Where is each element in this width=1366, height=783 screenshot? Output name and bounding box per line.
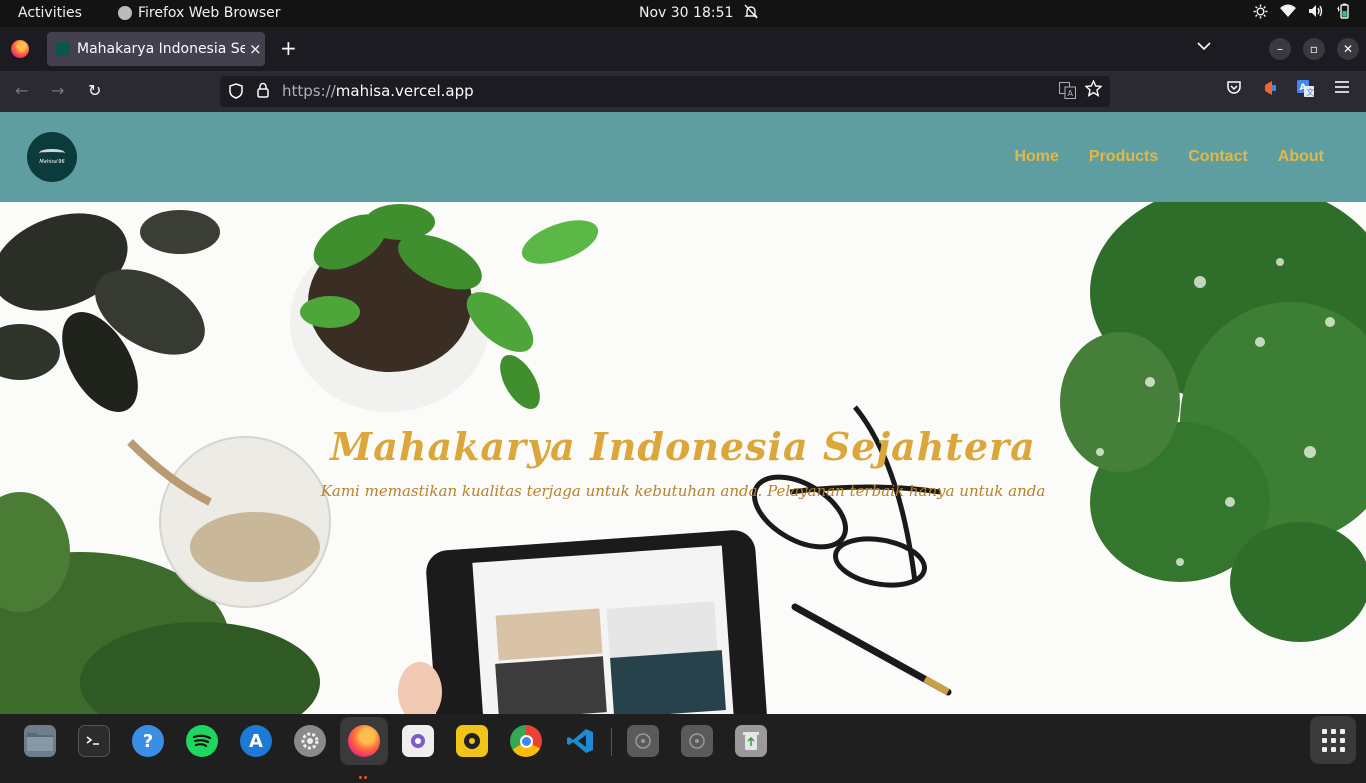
rhythmbox-icon[interactable] bbox=[456, 725, 488, 757]
firefox-view-icon[interactable] bbox=[11, 40, 29, 58]
back-button[interactable]: ← bbox=[15, 81, 28, 101]
nav-link-home[interactable]: Home bbox=[1014, 148, 1058, 166]
volume-icon bbox=[1308, 3, 1324, 19]
pocket-icon[interactable] bbox=[1226, 80, 1242, 100]
url-bar[interactable]: https://mahisa.vercel.app A bbox=[220, 76, 1110, 107]
hero-subtitle: Kami memastikan kualitas terjaga untuk k… bbox=[320, 482, 1046, 500]
firefox-small-icon bbox=[118, 6, 132, 20]
site-favicon-icon bbox=[56, 42, 70, 56]
tab-close-icon[interactable]: × bbox=[249, 40, 262, 58]
svg-text:文: 文 bbox=[1306, 87, 1314, 97]
site-logo[interactable]: Mahisa'96 bbox=[27, 132, 77, 182]
nav-link-contact[interactable]: Contact bbox=[1188, 148, 1248, 166]
svg-text:A: A bbox=[1068, 89, 1074, 98]
extension-icon[interactable] bbox=[1262, 80, 1278, 100]
running-indicator bbox=[359, 764, 369, 779]
nav-link-about[interactable]: About bbox=[1278, 148, 1324, 166]
tab-title: Mahakarya Indonesia Sejahtera bbox=[77, 41, 245, 57]
system-tray[interactable] bbox=[1252, 3, 1352, 19]
clock[interactable]: Nov 30 18:51 bbox=[639, 5, 733, 21]
settings-icon[interactable] bbox=[294, 725, 326, 757]
lock-icon[interactable] bbox=[257, 82, 269, 102]
trash-icon[interactable] bbox=[735, 725, 767, 757]
chrome-icon[interactable] bbox=[510, 725, 542, 757]
firefox-icon[interactable] bbox=[348, 725, 380, 757]
logo-wave-icon bbox=[39, 149, 65, 157]
notifications-off-icon bbox=[744, 4, 758, 23]
web-page: Mahisa'96 Home Products Contact About Ma… bbox=[0, 112, 1366, 714]
new-tab-button[interactable]: + bbox=[280, 38, 297, 58]
system-top-bar: Activities Firefox Web Browser Nov 30 18… bbox=[0, 0, 1366, 27]
dock: ? A bbox=[0, 714, 1366, 779]
minimize-button[interactable]: – bbox=[1269, 38, 1291, 60]
app-menu[interactable]: Firefox Web Browser bbox=[118, 5, 281, 21]
hero-section: Mahakarya Indonesia Sejahtera Kami memas… bbox=[0, 202, 1366, 714]
site-nav: Home Products Contact About bbox=[1014, 148, 1324, 166]
restore-button[interactable]: ▫ bbox=[1303, 38, 1325, 60]
tab-active[interactable]: Mahakarya Indonesia Sejahtera × bbox=[47, 32, 265, 66]
hero-title: Mahakarya Indonesia Sejahtera bbox=[330, 424, 1036, 469]
nav-link-products[interactable]: Products bbox=[1089, 148, 1158, 166]
tablet bbox=[426, 530, 768, 714]
help-icon[interactable]: ? bbox=[132, 725, 164, 757]
terminal-icon[interactable] bbox=[78, 725, 110, 757]
reload-button[interactable]: ↻ bbox=[88, 81, 101, 101]
plant-top-left bbox=[0, 210, 220, 412]
translate-extension-icon[interactable]: A文 bbox=[1297, 80, 1314, 101]
activities-button[interactable]: Activities bbox=[18, 5, 82, 21]
disk-icon-2[interactable] bbox=[681, 725, 713, 757]
screenshot-icon[interactable] bbox=[402, 725, 434, 757]
forward-button[interactable]: → bbox=[51, 81, 64, 101]
dock-separator bbox=[611, 728, 612, 756]
site-header: Mahisa'96 Home Products Contact About bbox=[0, 112, 1366, 202]
show-apps-icon[interactable] bbox=[1310, 716, 1356, 764]
logo-text: Mahisa'96 bbox=[39, 159, 65, 165]
spotify-icon[interactable] bbox=[186, 725, 218, 757]
url-text[interactable]: https://mahisa.vercel.app bbox=[282, 82, 474, 100]
app-menu-label: Firefox Web Browser bbox=[138, 5, 281, 21]
nav-toolbar: ← → ↻ https://mahisa.vercel.app A A文 bbox=[0, 71, 1366, 112]
battery-icon bbox=[1336, 3, 1352, 19]
disk-icon[interactable] bbox=[627, 725, 659, 757]
menu-icon[interactable] bbox=[1334, 80, 1350, 98]
close-window-button[interactable]: ✕ bbox=[1337, 38, 1359, 60]
list-all-tabs-icon[interactable] bbox=[1197, 39, 1211, 55]
app-center-icon[interactable]: A bbox=[240, 725, 272, 757]
tracking-protection-icon[interactable] bbox=[229, 83, 243, 103]
translate-page-icon[interactable]: A bbox=[1059, 82, 1076, 103]
vscode-icon[interactable] bbox=[564, 725, 596, 757]
wifi-icon bbox=[1280, 3, 1296, 19]
bookmark-star-icon[interactable] bbox=[1084, 79, 1103, 102]
brightness-icon bbox=[1252, 3, 1268, 19]
plant-right bbox=[1060, 202, 1366, 642]
files-icon[interactable] bbox=[24, 725, 56, 757]
tab-strip: Mahakarya Indonesia Sejahtera × + – ▫ ✕ bbox=[0, 27, 1366, 71]
